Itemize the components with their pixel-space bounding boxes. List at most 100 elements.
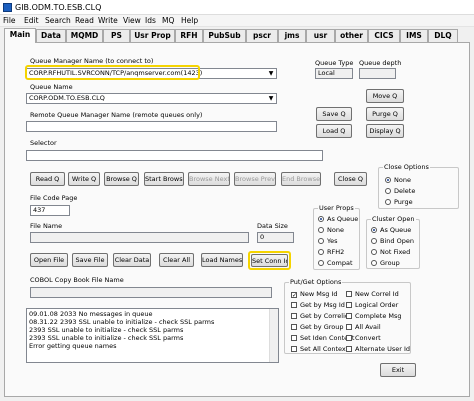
tab-ps[interactable]: PS: [103, 29, 130, 42]
close-q-button[interactable]: Close Q: [334, 172, 367, 186]
opt-complete-msg[interactable]: Complete Msg: [346, 312, 402, 320]
opt-get-by-msg-id[interactable]: Get by Msg Id: [291, 301, 345, 309]
end-browse-button[interactable]: End Browse: [281, 172, 321, 186]
opt-convert[interactable]: Convert: [346, 334, 381, 342]
menu-file[interactable]: File: [3, 16, 16, 26]
queue-name-combo[interactable]: CORP.ODM.TO.ESB.CLQ ▼: [26, 93, 277, 104]
move-q-button[interactable]: Move Q: [366, 89, 404, 103]
tab-other[interactable]: other: [335, 29, 368, 42]
file-code-page-field[interactable]: 437: [30, 205, 70, 216]
opt-alternate-user-id[interactable]: Alternate User Id: [346, 345, 410, 353]
start-browse-button[interactable]: Start Browse: [144, 172, 184, 186]
tab-ims[interactable]: IMS: [400, 29, 428, 42]
open-file-button[interactable]: Open File: [30, 253, 68, 267]
browse-q-button[interactable]: Browse Q: [104, 172, 139, 186]
load-q-button[interactable]: Load Q: [316, 124, 352, 138]
chevron-down-icon[interactable]: ▼: [267, 70, 275, 77]
browse-prev-button[interactable]: Browse Prev: [234, 172, 276, 186]
checkbox-icon[interactable]: [346, 291, 352, 297]
menu-view[interactable]: View: [123, 16, 141, 26]
tab-usr-prop[interactable]: Usr Prop: [130, 29, 175, 42]
checkbox-icon[interactable]: [291, 313, 297, 319]
radio-icon[interactable]: [318, 227, 324, 233]
clear-all-button[interactable]: Clear All: [159, 253, 194, 267]
exit-button[interactable]: Exit: [380, 363, 416, 377]
purge-q-button[interactable]: Purge Q: [366, 107, 404, 121]
radio-icon[interactable]: [318, 249, 324, 255]
browse-next-button[interactable]: Browse Next: [188, 172, 230, 186]
radio-icon[interactable]: [385, 188, 391, 194]
opt-logical-order[interactable]: Logical Order: [346, 301, 398, 309]
menu-search[interactable]: Search: [45, 16, 71, 26]
opt-new-msg-id[interactable]: ✓ New Msg Id: [291, 290, 337, 299]
tab-main[interactable]: Main: [4, 28, 36, 43]
tab-dlq[interactable]: DLQ: [428, 29, 458, 42]
checkbox-icon[interactable]: [346, 324, 352, 330]
menu-mq[interactable]: MQ: [162, 16, 174, 26]
cluster-open-bind-open[interactable]: Bind Open: [371, 237, 414, 245]
checkbox-icon[interactable]: [346, 335, 352, 341]
tab-pscr[interactable]: pscr: [246, 29, 278, 42]
radio-icon[interactable]: [385, 177, 391, 183]
checkbox-checked-icon[interactable]: ✓: [291, 292, 297, 299]
checkbox-icon[interactable]: [346, 346, 352, 352]
opt-new-correl-id[interactable]: New Correl Id: [346, 290, 399, 298]
tab-cics[interactable]: CICS: [368, 29, 400, 42]
user-props-as-queue[interactable]: As Queue: [318, 215, 358, 223]
user-props-compat[interactable]: Compat: [318, 259, 353, 267]
selector-field[interactable]: [26, 150, 323, 161]
tab-data[interactable]: Data: [36, 29, 66, 42]
chevron-down-icon[interactable]: ▼: [267, 95, 275, 102]
opt-set-all-context[interactable]: Set All Context: [291, 345, 348, 353]
radio-icon[interactable]: [371, 260, 377, 266]
read-q-button[interactable]: Read Q: [30, 172, 65, 186]
clear-data-button[interactable]: Clear Data: [113, 253, 151, 267]
message-log[interactable]: 09.01.08 2033 No messages in queue 08.31…: [26, 308, 279, 363]
user-props-yes[interactable]: Yes: [318, 237, 338, 245]
cluster-open-group-opt[interactable]: Group: [371, 259, 400, 267]
cluster-open-as-queue[interactable]: As Queue: [371, 226, 411, 234]
remote-qm-field[interactable]: [26, 121, 277, 132]
display-q-button[interactable]: Display Q: [366, 124, 404, 138]
tab-pubsub[interactable]: PubSub: [203, 29, 246, 42]
radio-icon[interactable]: [385, 199, 391, 205]
tab-mqmd[interactable]: MQMD: [66, 29, 103, 42]
save-file-button[interactable]: Save File: [72, 253, 108, 267]
menu-read[interactable]: Read: [75, 16, 94, 26]
checkbox-icon[interactable]: [291, 346, 297, 352]
user-props-none[interactable]: None: [318, 226, 344, 234]
checkbox-icon[interactable]: [291, 324, 297, 330]
menu-help[interactable]: Help: [181, 16, 198, 26]
checkbox-icon[interactable]: [346, 302, 352, 308]
tab-jms[interactable]: jms: [278, 29, 306, 42]
opt-get-by-group-id[interactable]: Get by Group Id: [291, 323, 352, 331]
opt-get-by-correlid[interactable]: Get by Correlid: [291, 312, 349, 320]
radio-icon[interactable]: [318, 260, 324, 266]
opt-set-iden-context[interactable]: Set Iden Context: [291, 334, 354, 342]
user-props-rfh2[interactable]: RFH2: [318, 248, 344, 256]
checkbox-icon[interactable]: [346, 313, 352, 319]
tab-rfh[interactable]: RFH: [175, 29, 203, 42]
log-scrollbar[interactable]: [269, 309, 278, 362]
close-option-delete[interactable]: Delete: [385, 187, 415, 195]
load-names-button[interactable]: Load Names: [201, 253, 243, 267]
log-line: 2393 SSL unable to initialize - check SS…: [29, 334, 184, 342]
close-option-purge[interactable]: Purge: [385, 198, 413, 206]
checkbox-icon[interactable]: [291, 302, 297, 308]
window-title: GIB.ODM.TO.ESB.CLQ: [15, 3, 102, 12]
menu-edit[interactable]: Edit: [24, 16, 39, 26]
radio-icon[interactable]: [371, 227, 377, 233]
save-q-button[interactable]: Save Q: [316, 107, 352, 121]
tab-usr[interactable]: usr: [306, 29, 335, 42]
write-q-button[interactable]: Write Q: [68, 172, 100, 186]
cluster-open-not-fixed[interactable]: Not Fixed: [371, 248, 410, 256]
radio-icon[interactable]: [371, 238, 377, 244]
radio-icon[interactable]: [318, 216, 324, 222]
menu-write[interactable]: Write: [98, 16, 118, 26]
radio-icon[interactable]: [318, 238, 324, 244]
close-option-none[interactable]: None: [385, 176, 411, 184]
menu-ids[interactable]: Ids: [145, 16, 156, 26]
checkbox-icon[interactable]: [291, 335, 297, 341]
radio-icon[interactable]: [371, 249, 377, 255]
opt-all-avail[interactable]: All Avail: [346, 323, 381, 331]
